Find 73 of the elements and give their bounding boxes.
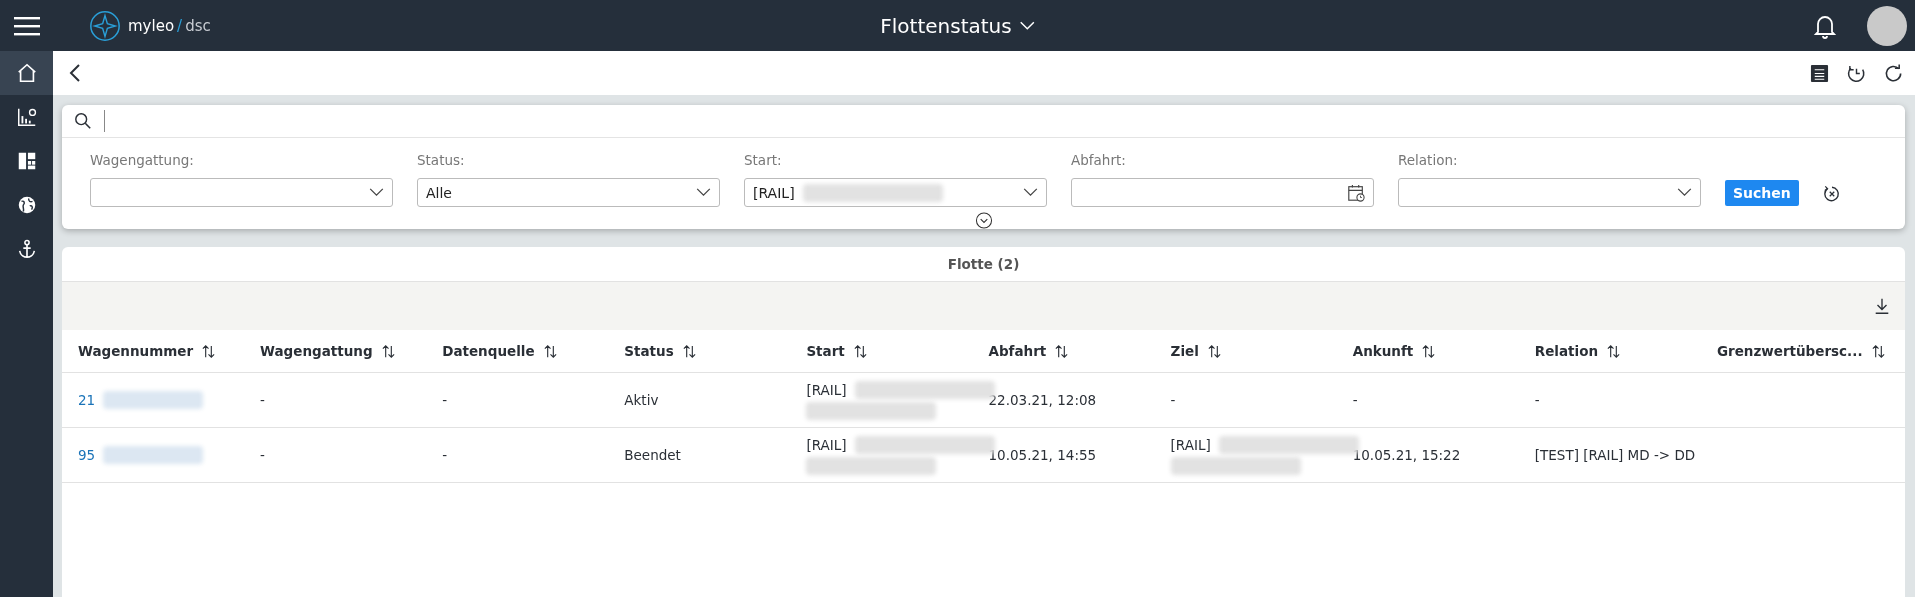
logo-separator: / (177, 16, 183, 35)
history-icon[interactable] (1847, 63, 1866, 83)
table-cell: - (1170, 392, 1176, 408)
column-header[interactable]: Wagennummer (78, 343, 261, 359)
refresh-icon[interactable] (1884, 63, 1903, 83)
chevron-down-icon[interactable] (369, 188, 384, 197)
table-cell: - (260, 392, 265, 408)
list-panel-icon[interactable] (1810, 63, 1829, 83)
sort-icon[interactable] (1206, 343, 1222, 359)
column-header[interactable]: Ankunft (1352, 343, 1535, 359)
table-cell: [RAIL] (806, 381, 847, 398)
sort-icon[interactable] (1870, 343, 1886, 359)
logo-text: myleo (128, 16, 175, 35)
column-header[interactable]: Datenquelle (442, 343, 625, 359)
table-cell: Aktiv (624, 392, 659, 408)
column-header[interactable]: Relation (1534, 343, 1717, 359)
sort-icon[interactable] (1606, 343, 1622, 359)
logo-suffix: dsc (185, 16, 211, 35)
select-field[interactable] (1398, 178, 1701, 207)
reset-icon[interactable] (1822, 185, 1841, 203)
table-cell: 10.05.21, 15:22 (1352, 447, 1461, 463)
filter-label: Start: (744, 152, 783, 168)
search-button[interactable]: Suchen (1725, 180, 1799, 206)
table-cell: - (442, 392, 448, 408)
chevron-down-icon[interactable] (696, 188, 711, 197)
select-field[interactable]: Alle (417, 178, 720, 207)
wagon-number-link[interactable]: 95 (78, 447, 96, 463)
table-title: Flotte (2) (947, 256, 1020, 272)
chart-icon[interactable] (15, 106, 38, 128)
table-cell: [TEST] [RAIL] MD -> DD (1534, 447, 1696, 463)
sort-icon[interactable] (380, 343, 396, 359)
chevron-down-icon[interactable] (1023, 188, 1038, 197)
table-cell: 10.05.21, 14:55 (988, 447, 1097, 463)
sort-icon[interactable] (201, 343, 217, 359)
sort-icon[interactable] (1054, 343, 1070, 359)
compass-logo-icon (88, 8, 122, 43)
download-icon[interactable] (1873, 297, 1891, 315)
menu-icon[interactable] (14, 15, 40, 36)
select-field[interactable]: [RAIL] (744, 178, 1047, 207)
table-cell: [RAIL] (806, 436, 847, 453)
home-icon[interactable] (15, 62, 38, 84)
chevron-down-icon[interactable] (1677, 188, 1692, 197)
table-cell: Beendet (624, 447, 681, 463)
sort-icon[interactable] (542, 343, 558, 359)
table-cell: [RAIL] (1170, 436, 1211, 453)
wagon-number-link[interactable]: 21 (78, 392, 96, 408)
column-header[interactable]: Start (806, 343, 989, 359)
sort-icon[interactable] (852, 343, 868, 359)
back-chevron-icon[interactable] (69, 63, 81, 83)
column-header[interactable]: Grenzwertübersc... (1716, 343, 1899, 359)
table-cell: 22.03.21, 12:08 (988, 392, 1097, 408)
date-field[interactable] (1071, 178, 1374, 207)
sort-icon[interactable] (681, 343, 697, 359)
expand-chevron-icon[interactable] (975, 212, 992, 229)
select-field[interactable] (90, 178, 393, 207)
calendar-clock-icon[interactable] (1347, 183, 1365, 202)
column-header[interactable]: Ziel (1170, 343, 1353, 359)
home-nav-item[interactable] (0, 51, 53, 95)
filter-label: Status: (417, 152, 466, 168)
table-cell: - (1352, 392, 1358, 408)
table-cell: - (260, 447, 265, 463)
filter-label: Wagengattung: (90, 152, 195, 168)
sort-icon[interactable] (1421, 343, 1437, 359)
column-header[interactable]: Status (624, 343, 807, 359)
filter-label: Abfahrt: (1071, 152, 1127, 168)
avatar[interactable] (1867, 5, 1907, 46)
page-title[interactable]: Flottenstatus (880, 13, 1012, 38)
table-cell: - (1534, 392, 1540, 408)
table-cell: - (442, 447, 448, 463)
column-header[interactable]: Wagengattung (260, 343, 443, 359)
column-header[interactable]: Abfahrt (988, 343, 1171, 359)
search-icon (74, 112, 92, 130)
filter-label: Relation: (1398, 152, 1459, 168)
